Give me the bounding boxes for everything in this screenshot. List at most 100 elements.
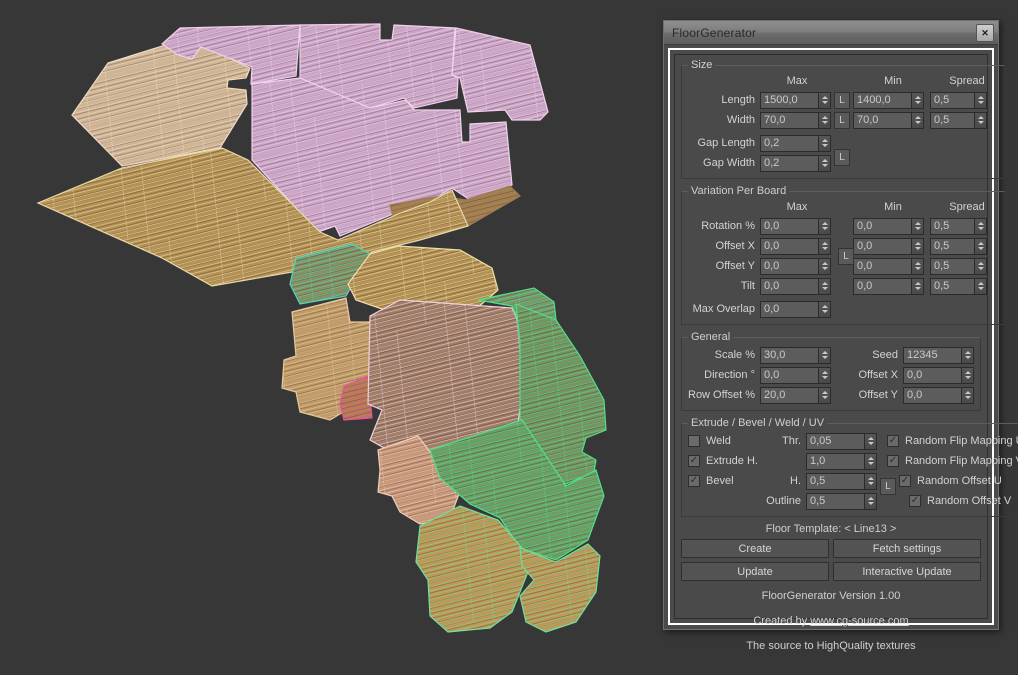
length-min-input[interactable] <box>853 91 911 109</box>
create-button[interactable]: Create <box>681 539 829 558</box>
scale-input[interactable] <box>760 346 818 364</box>
bevel-h-field[interactable] <box>806 472 877 490</box>
weld-checkbox[interactable]: ✓ <box>688 435 700 447</box>
update-button[interactable]: Update <box>681 562 829 581</box>
weld-thr-input[interactable] <box>806 432 864 450</box>
width-min-input[interactable] <box>853 111 911 129</box>
outline-spinner[interactable] <box>864 492 877 510</box>
rotation-min-spinner[interactable] <box>911 217 924 235</box>
row-offset-spinner[interactable] <box>818 386 831 404</box>
bevel-h-spinner[interactable] <box>864 472 877 490</box>
tilt-max-input[interactable] <box>760 277 818 295</box>
extrude-h-checkbox[interactable]: ✓ <box>688 455 700 467</box>
offsetx-spread-field[interactable] <box>930 237 987 255</box>
tilt-max-spinner[interactable] <box>818 277 831 295</box>
width-max-field[interactable] <box>760 111 831 129</box>
general-offsety-spinner[interactable] <box>961 386 974 404</box>
offsetx-spread-spinner[interactable] <box>974 237 987 255</box>
length-spread-spinner[interactable] <box>974 91 987 109</box>
tilt-spread-input[interactable] <box>930 277 974 295</box>
interactive-update-button[interactable]: Interactive Update <box>833 562 981 581</box>
width-spread-spinner[interactable] <box>974 111 987 129</box>
gap-length-input[interactable] <box>760 134 818 152</box>
random-flip-u-checkbox[interactable]: ✓ <box>887 435 899 447</box>
tilt-min-field[interactable] <box>853 277 924 295</box>
tilt-min-spinner[interactable] <box>911 277 924 295</box>
rotation-min-input[interactable] <box>853 217 911 235</box>
rotation-min-field[interactable] <box>853 217 924 235</box>
seed-spinner[interactable] <box>961 346 974 364</box>
offsetx-min-spinner[interactable] <box>911 237 924 255</box>
gap-width-spinner[interactable] <box>818 154 831 172</box>
rotation-max-spinner[interactable] <box>818 217 831 235</box>
close-icon[interactable]: ✕ <box>976 24 994 42</box>
general-offsetx-spinner[interactable] <box>961 366 974 384</box>
random-offset-v-checkbox[interactable]: ✓ <box>909 495 921 507</box>
offsetx-min-input[interactable] <box>853 237 911 255</box>
direction-input[interactable] <box>760 366 818 384</box>
row-offset-input[interactable] <box>760 386 818 404</box>
length-max-input[interactable] <box>760 91 818 109</box>
cg-source-link[interactable]: www.cg-source.com <box>810 615 908 627</box>
link-bevel-outline-button[interactable]: L <box>880 477 896 495</box>
direction-spinner[interactable] <box>818 366 831 384</box>
outline-input[interactable] <box>806 492 864 510</box>
link-length-button[interactable]: L <box>834 91 850 109</box>
weld-thr-field[interactable] <box>806 432 877 450</box>
width-max-spinner[interactable] <box>818 111 831 129</box>
length-spread-input[interactable] <box>930 91 974 109</box>
link-width-button[interactable]: L <box>834 111 850 129</box>
length-min-spinner[interactable] <box>911 91 924 109</box>
length-max-spinner[interactable] <box>818 91 831 109</box>
tilt-max-field[interactable] <box>760 277 831 295</box>
gap-width-input[interactable] <box>760 154 818 172</box>
bevel-h-input[interactable] <box>806 472 864 490</box>
weld-thr-spinner[interactable] <box>864 432 877 450</box>
offsety-spread-field[interactable] <box>930 257 987 275</box>
gap-length-field[interactable] <box>760 134 831 152</box>
offsetx-spread-input[interactable] <box>930 237 974 255</box>
general-offsetx-input[interactable] <box>903 366 961 384</box>
general-offsetx-field[interactable] <box>903 366 974 384</box>
scale-field[interactable] <box>760 346 831 364</box>
rotation-max-field[interactable] <box>760 217 831 235</box>
general-offsety-field[interactable] <box>903 386 974 404</box>
extrude-h-field[interactable] <box>806 452 877 470</box>
link-offset-button[interactable]: L <box>838 247 854 265</box>
length-spread-field[interactable] <box>930 91 987 109</box>
viewport-3d[interactable] <box>0 0 663 675</box>
max-overlap-input[interactable] <box>760 300 818 318</box>
random-flip-v-checkbox[interactable]: ✓ <box>887 455 899 467</box>
rotation-spread-field[interactable] <box>930 217 987 235</box>
row-offset-field[interactable] <box>760 386 831 404</box>
seed-field[interactable] <box>903 346 974 364</box>
offsety-spread-spinner[interactable] <box>974 257 987 275</box>
link-gap-button[interactable]: L <box>834 149 850 166</box>
outline-field[interactable] <box>806 492 877 510</box>
gap-length-spinner[interactable] <box>818 134 831 152</box>
tilt-spread-spinner[interactable] <box>974 277 987 295</box>
rotation-spread-spinner[interactable] <box>974 217 987 235</box>
length-max-field[interactable] <box>760 91 831 109</box>
tilt-spread-field[interactable] <box>930 277 987 295</box>
random-offset-u-checkbox[interactable]: ✓ <box>899 475 911 487</box>
width-spread-input[interactable] <box>930 111 974 129</box>
general-offsety-input[interactable] <box>903 386 961 404</box>
width-min-spinner[interactable] <box>911 111 924 129</box>
width-max-input[interactable] <box>760 111 818 129</box>
rotation-spread-input[interactable] <box>930 217 974 235</box>
fetch-settings-button[interactable]: Fetch settings <box>833 539 981 558</box>
dialog-titlebar[interactable]: FloorGenerator ✕ <box>664 21 998 45</box>
max-overlap-spinner[interactable] <box>818 300 831 318</box>
extrude-h-spinner[interactable] <box>864 452 877 470</box>
rotation-max-input[interactable] <box>760 217 818 235</box>
offsety-min-field[interactable] <box>853 257 924 275</box>
offsetx-min-field[interactable] <box>853 237 924 255</box>
offsety-min-spinner[interactable] <box>911 257 924 275</box>
max-overlap-field[interactable] <box>760 300 831 318</box>
bevel-checkbox[interactable]: ✓ <box>688 475 700 487</box>
offsety-spread-input[interactable] <box>930 257 974 275</box>
length-min-field[interactable] <box>853 91 924 109</box>
direction-field[interactable] <box>760 366 831 384</box>
gap-width-field[interactable] <box>760 154 831 172</box>
